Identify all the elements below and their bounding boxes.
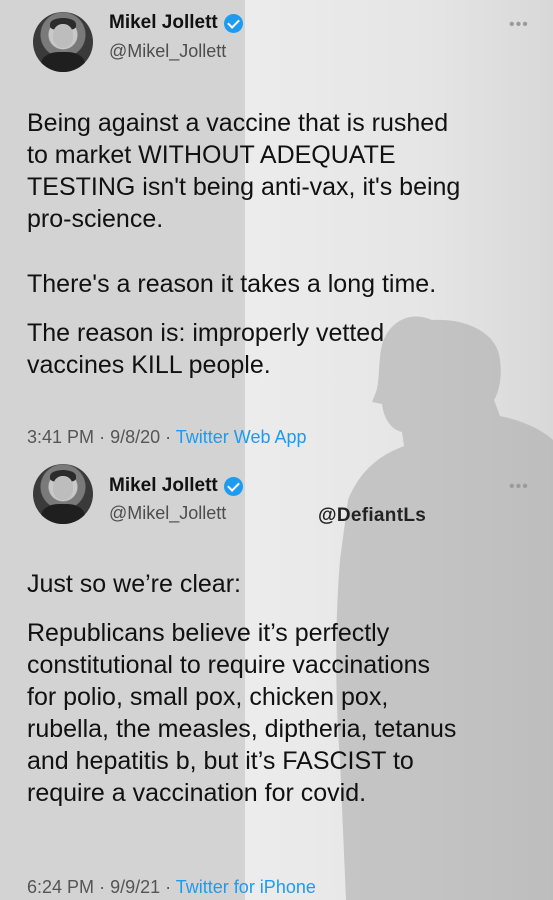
- tweet-source-link[interactable]: Twitter for iPhone: [176, 877, 316, 897]
- tweet-text: The reason is: improperly vetted vaccine…: [27, 319, 385, 379]
- more-options-icon[interactable]: •••: [509, 16, 529, 34]
- author-row[interactable]: Mikel Jollett: [109, 475, 243, 497]
- tweet-text: Republicans believe it’s perfectly const…: [27, 619, 457, 807]
- tweet-time[interactable]: 6:24 PM: [27, 877, 94, 897]
- separator-dot: ·: [99, 427, 111, 447]
- tweet-text: Just so we’re clear:: [27, 570, 241, 598]
- tweet-date[interactable]: 9/8/20: [110, 427, 160, 447]
- tweet-date[interactable]: 9/9/21: [110, 877, 160, 897]
- tweet-source-link[interactable]: Twitter Web App: [176, 427, 307, 447]
- author-handle[interactable]: @Mikel_Jollett: [109, 41, 226, 62]
- separator-dot: ·: [165, 427, 176, 447]
- verified-icon: [223, 13, 243, 33]
- separator-dot: ·: [165, 877, 176, 897]
- tweet-text: Being against a vaccine that is rushed t…: [27, 109, 461, 233]
- author-name[interactable]: Mikel Jollett: [109, 475, 218, 497]
- author-handle[interactable]: @Mikel_Jollett: [109, 503, 226, 524]
- separator-dot: ·: [99, 877, 111, 897]
- avatar[interactable]: [33, 12, 93, 72]
- tweet-time[interactable]: 3:41 PM: [27, 427, 94, 447]
- tweet-meta: 6:24 PM · 9/9/21 · Twitter for iPhone: [27, 877, 316, 898]
- more-options-icon[interactable]: •••: [509, 478, 529, 496]
- avatar[interactable]: [33, 464, 93, 524]
- tweet-meta: 3:41 PM · 9/8/20 · Twitter Web App: [27, 427, 307, 448]
- tweet-text: There's a reason it takes a long time.: [27, 270, 437, 298]
- watermark: @DefiantLs: [318, 505, 427, 526]
- author-name[interactable]: Mikel Jollett: [109, 12, 218, 34]
- author-row[interactable]: Mikel Jollett: [109, 12, 243, 34]
- verified-icon: [223, 476, 243, 496]
